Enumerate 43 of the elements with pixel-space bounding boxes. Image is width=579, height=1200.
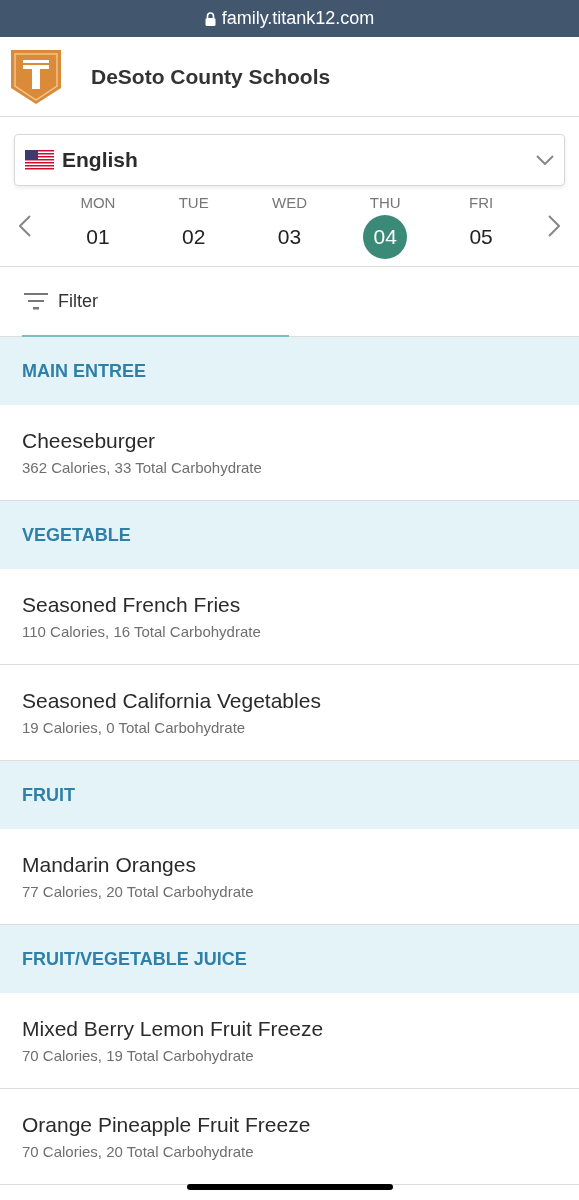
item-nutrition: 110 Calories, 16 Total Carbohydrate bbox=[22, 623, 262, 640]
weekday-label: THU bbox=[369, 193, 401, 211]
section-header: VEGETABLE bbox=[0, 501, 579, 569]
weekday-label: FRI bbox=[469, 193, 494, 211]
date-number: 04 bbox=[363, 214, 408, 259]
day-button[interactable]: FRI 05 bbox=[451, 193, 512, 259]
item-nutrition: 70 Calories, 19 Total Carbohydrate bbox=[22, 1047, 255, 1064]
day-button[interactable]: MON 01 bbox=[67, 193, 128, 259]
chevron-down-icon bbox=[536, 155, 554, 165]
item-nutrition: 362 Calories, 33 Total Carbohydrate bbox=[22, 459, 263, 476]
item-name: Cheeseburger bbox=[22, 429, 157, 453]
weekday-label: WED bbox=[272, 193, 307, 211]
school-title: DeSoto County Schools bbox=[91, 64, 331, 89]
flag-icon bbox=[25, 149, 54, 171]
chevron-right-icon bbox=[548, 215, 560, 237]
day-button[interactable]: THU 04 bbox=[355, 193, 416, 259]
lock-icon bbox=[204, 11, 216, 26]
date-number: 02 bbox=[181, 223, 207, 250]
item-name: Seasoned French Fries bbox=[22, 593, 242, 617]
item-name: Orange Pineapple Fruit Freeze bbox=[22, 1113, 312, 1137]
item-nutrition: 77 Calories, 20 Total Carbohydrate bbox=[22, 883, 255, 900]
menu-item[interactable]: Seasoned French Fries 110 Calories, 16 Total Carbohydrate bbox=[0, 569, 579, 665]
weekday-label: TUE bbox=[178, 193, 209, 211]
date-number: 01 bbox=[85, 223, 111, 250]
section-header: FRUIT bbox=[0, 761, 579, 829]
shield-logo-icon bbox=[11, 49, 61, 104]
item-nutrition: 70 Calories, 20 Total Carbohydrate bbox=[22, 1143, 255, 1160]
item-name: Mixed Berry Lemon Fruit Freeze bbox=[22, 1017, 325, 1041]
date-number: 03 bbox=[276, 223, 303, 250]
day-button[interactable]: WED 03 bbox=[259, 193, 320, 259]
menu-item[interactable]: Mixed Berry Lemon Fruit Freeze 70 Calories, 19 Total Carbohydrate bbox=[0, 993, 579, 1089]
url-text[interactable]: family.titank12.com bbox=[221, 8, 375, 29]
date-number: 05 bbox=[468, 223, 494, 250]
day-button[interactable]: TUE 02 bbox=[163, 193, 224, 259]
item-name: Mandarin Oranges bbox=[22, 853, 197, 877]
chevron-left-icon bbox=[19, 215, 31, 237]
filter-icon bbox=[24, 292, 48, 310]
item-nutrition: 19 Calories, 0 Total Carbohydrate bbox=[22, 719, 247, 736]
section-header: FRUIT/VEGETABLE JUICE bbox=[0, 925, 579, 993]
item-name: Seasoned California Vegetables bbox=[22, 689, 322, 713]
language-dropdown[interactable]: English bbox=[14, 134, 565, 186]
section-header: MAIN ENTREE bbox=[0, 337, 579, 405]
weekday-label: MON bbox=[80, 193, 116, 211]
